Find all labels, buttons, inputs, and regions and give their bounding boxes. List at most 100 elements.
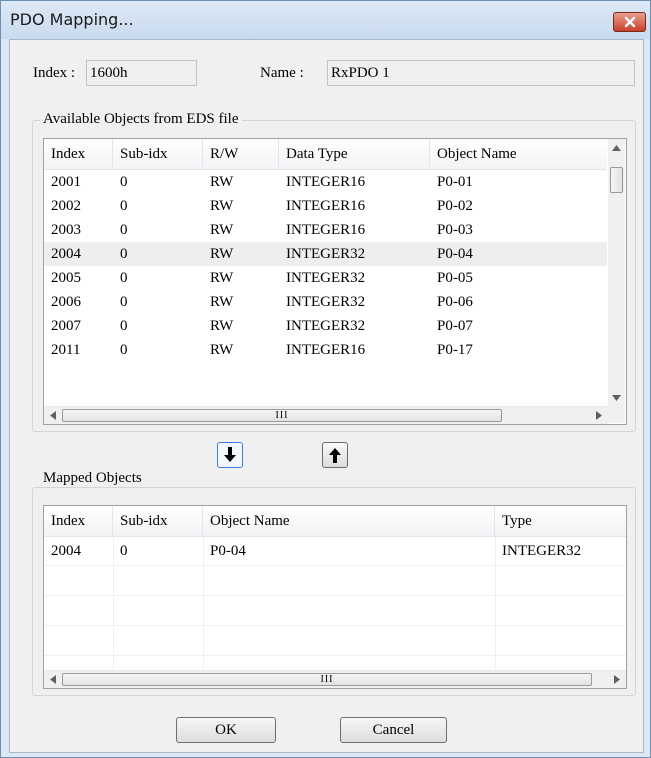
available-cell: 2006: [51, 294, 81, 310]
mapped-objects-legend: Mapped Objects: [40, 470, 145, 487]
available-row[interactable]: 2004 0 RW INTEGER32 P0-04: [44, 242, 607, 266]
available-cell: 2003: [51, 222, 81, 238]
scroll-right-arrow[interactable]: [590, 407, 607, 424]
ok-button[interactable]: OK: [176, 717, 276, 743]
available-cell: INTEGER16: [286, 222, 366, 238]
mapped-col-type[interactable]: Type: [495, 506, 626, 536]
available-cell: 2002: [51, 198, 81, 214]
mapped-cell: 0: [120, 543, 128, 559]
available-hscroll[interactable]: III: [44, 406, 608, 424]
available-cell: RW: [210, 174, 234, 190]
available-row[interactable]: 2005 0 RW INTEGER32 P0-05: [44, 266, 607, 290]
available-cell: 2001: [51, 174, 81, 190]
mapped-col-index[interactable]: Index: [44, 506, 113, 536]
available-cell: P0-06: [437, 294, 473, 310]
available-cell: 2007: [51, 318, 81, 334]
available-row[interactable]: 2001 0 RW INTEGER16 P0-01: [44, 170, 607, 194]
scroll-corner: [608, 406, 625, 423]
available-cell: RW: [210, 270, 234, 286]
available-objects-legend: Available Objects from EDS file: [40, 111, 242, 128]
available-row[interactable]: 2003 0 RW INTEGER16 P0-03: [44, 218, 607, 242]
col-rw[interactable]: R/W: [203, 139, 279, 169]
available-cell: INTEGER16: [286, 342, 366, 358]
available-cell: INTEGER16: [286, 174, 366, 190]
available-cell: P0-05: [437, 270, 473, 286]
available-row[interactable]: 2007 0 RW INTEGER32 P0-07: [44, 314, 607, 338]
gridline: [44, 595, 626, 596]
move-up-button[interactable]: [322, 442, 348, 468]
available-cell: INTEGER32: [286, 294, 366, 310]
mapped-col-object-name[interactable]: Object Name: [203, 506, 495, 536]
cancel-button[interactable]: Cancel: [340, 717, 447, 743]
available-row[interactable]: 2002 0 RW INTEGER16 P0-02: [44, 194, 607, 218]
mapped-scroll-left-arrow[interactable]: [44, 671, 61, 688]
available-cell: RW: [210, 318, 234, 334]
available-cell: P0-02: [437, 198, 473, 214]
available-cell: INTEGER32: [286, 246, 366, 262]
vscroll-thumb[interactable]: [610, 167, 623, 193]
available-row[interactable]: 2011 0 RW INTEGER16 P0-17: [44, 338, 607, 362]
available-cell: 0: [120, 198, 128, 214]
available-cell: INTEGER16: [286, 198, 366, 214]
pdo-mapping-dialog: PDO Mapping... Index : 1600h Name : RxPD…: [0, 0, 651, 758]
available-cell: P0-01: [437, 174, 473, 190]
title-bar[interactable]: PDO Mapping...: [1, 1, 650, 39]
scroll-down-arrow[interactable]: [608, 389, 625, 406]
arrow-up-icon: [329, 448, 341, 463]
available-cell: RW: [210, 294, 234, 310]
mapped-cell: P0-04: [210, 543, 246, 559]
available-cell: 0: [120, 246, 128, 262]
gridline: [44, 655, 626, 656]
mapped-hscroll-thumb[interactable]: III: [62, 673, 592, 686]
available-cell: RW: [210, 222, 234, 238]
available-cell: INTEGER32: [286, 318, 366, 334]
available-cell: RW: [210, 342, 234, 358]
name-label: Name :: [260, 65, 304, 81]
mapped-col-sub-idx[interactable]: Sub-idx: [113, 506, 203, 536]
mapped-objects-list[interactable]: Index Sub-idx Object Name Type 2004 0 P0-0…: [43, 505, 627, 689]
col-data-type[interactable]: Data Type: [279, 139, 430, 169]
available-cell: 0: [120, 174, 128, 190]
available-list-header: Index Sub-idx R/W Data Type Object Name: [44, 139, 607, 170]
available-cell: P0-07: [437, 318, 473, 334]
mapped-hscroll[interactable]: III: [44, 670, 626, 688]
dialog-client-area: Index : 1600h Name : RxPDO 1 Available O…: [9, 39, 644, 753]
available-cell: P0-17: [437, 342, 473, 358]
mapped-scroll-right-arrow[interactable]: [608, 671, 625, 688]
index-field: 1600h: [86, 60, 197, 86]
mapped-row[interactable]: 2004 0 P0-04 INTEGER32: [44, 537, 626, 565]
available-vscroll[interactable]: [608, 139, 625, 406]
name-field: RxPDO 1: [327, 60, 635, 86]
col-object-name[interactable]: Object Name: [430, 139, 607, 169]
scroll-left-arrow[interactable]: [44, 407, 61, 424]
available-row[interactable]: 2006 0 RW INTEGER32 P0-06: [44, 290, 607, 314]
col-sub-idx[interactable]: Sub-idx: [113, 139, 203, 169]
scroll-grip: III: [275, 410, 289, 421]
gridline: [44, 625, 626, 626]
available-objects-list[interactable]: Index Sub-idx R/W Data Type Object Name …: [43, 138, 627, 425]
available-cell: 0: [120, 270, 128, 286]
mapped-scroll-grip: III: [320, 674, 334, 685]
available-cell: 2005: [51, 270, 81, 286]
mapped-cell: 2004: [51, 543, 81, 559]
available-cell: INTEGER32: [286, 270, 366, 286]
scroll-up-arrow[interactable]: [608, 139, 625, 156]
available-cell: 2004: [51, 246, 81, 262]
available-cell: 0: [120, 318, 128, 334]
available-cell: RW: [210, 246, 234, 262]
index-label: Index :: [33, 65, 76, 81]
arrow-down-icon: [224, 447, 236, 462]
available-cell: 0: [120, 222, 128, 238]
close-button[interactable]: [613, 12, 646, 32]
gridline: [44, 565, 626, 566]
col-index[interactable]: Index: [44, 139, 113, 169]
available-cell: P0-04: [437, 246, 473, 262]
available-cell: P0-03: [437, 222, 473, 238]
move-down-button[interactable]: [217, 442, 243, 468]
available-cell: RW: [210, 198, 234, 214]
hscroll-thumb[interactable]: III: [62, 409, 502, 422]
mapped-cell: INTEGER32: [502, 543, 582, 559]
window-title: PDO Mapping...: [10, 10, 134, 29]
available-cell: 0: [120, 342, 128, 358]
available-cell: 2011: [51, 342, 81, 358]
